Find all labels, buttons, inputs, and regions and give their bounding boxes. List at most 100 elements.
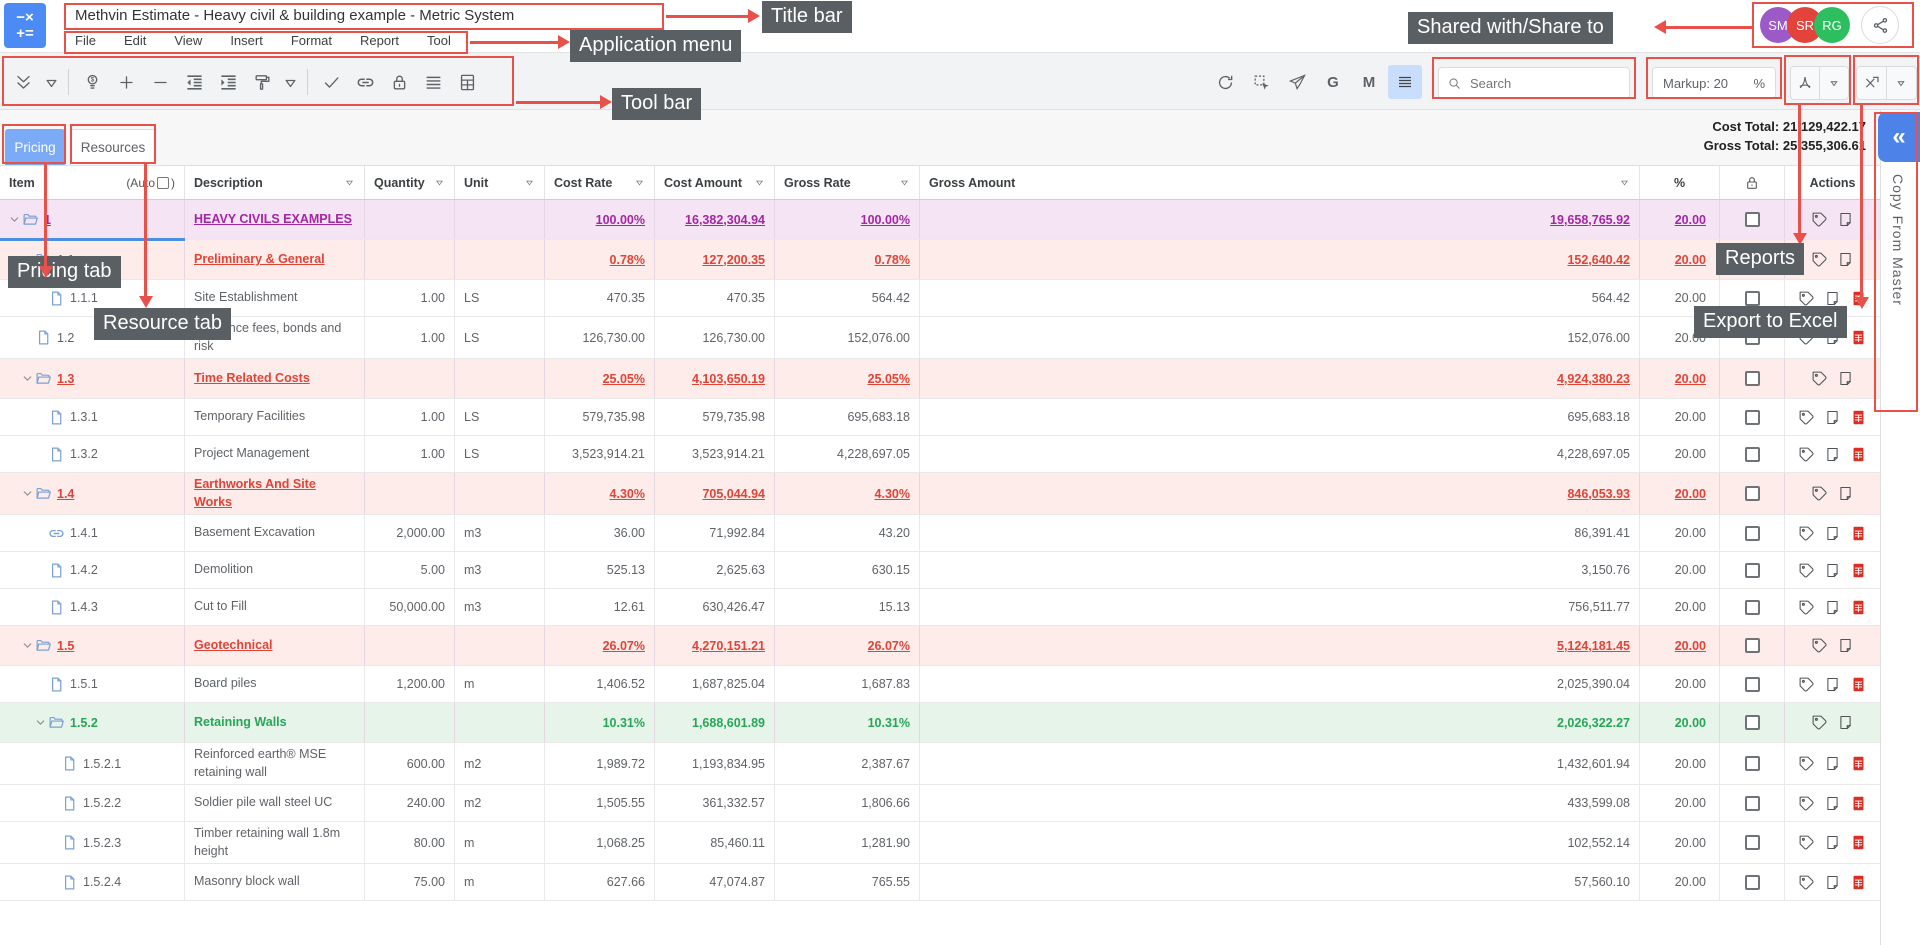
unit-cell[interactable]: LS — [455, 280, 545, 316]
cost-amount-cell[interactable]: 4,103,650.19 — [655, 359, 775, 398]
row-checkbox[interactable] — [1745, 212, 1760, 227]
gross-amount-cell[interactable]: 102,552.14 — [920, 822, 1640, 863]
header-item[interactable]: Item (Auto ) — [0, 166, 185, 199]
gross-amount-cell[interactable]: 4,228,697.05 — [920, 436, 1640, 472]
excel-caret-icon[interactable] — [1886, 67, 1915, 99]
cost-amount-cell[interactable]: 16,382,304.94 — [655, 200, 775, 239]
cost-amount-cell[interactable]: 127,200.35 — [655, 240, 775, 279]
quantity-cell[interactable] — [365, 626, 455, 665]
detail-lines-icon[interactable] — [1388, 65, 1422, 99]
item-cell[interactable]: 1.1.1 — [0, 280, 185, 316]
format-paint-icon[interactable] — [245, 65, 279, 99]
cost-amount-cell[interactable]: 470.35 — [655, 280, 775, 316]
note-icon[interactable] — [1824, 290, 1841, 307]
chevron-down-icon[interactable] — [8, 213, 21, 226]
pdf-report-button[interactable] — [1790, 66, 1849, 100]
percent-cell[interactable]: 20.00 — [1640, 436, 1720, 472]
outdent-icon[interactable] — [177, 65, 211, 99]
worksheet-icon[interactable] — [1850, 795, 1867, 812]
percent-cell[interactable]: 20.00 — [1640, 359, 1720, 398]
worksheet-icon[interactable] — [450, 65, 484, 99]
description-cell[interactable]: Time Related Costs — [185, 359, 365, 398]
tag-icon[interactable] — [1798, 599, 1815, 616]
table-row-1.5[interactable]: 1.5 Geotechnical 26.07% 4,270,151.21 26.… — [0, 626, 1880, 666]
tag-icon[interactable] — [1798, 562, 1815, 579]
header-gross-rate[interactable]: Gross Rate — [775, 166, 920, 199]
tag-icon[interactable] — [1798, 409, 1815, 426]
cost-rate-cell[interactable]: 12.61 — [545, 589, 655, 625]
row-checkbox[interactable] — [1745, 600, 1760, 615]
unit-cell[interactable]: m — [455, 666, 545, 702]
note-icon[interactable] — [1837, 370, 1854, 387]
worksheet-icon[interactable] — [1850, 599, 1867, 616]
marquee-select-icon[interactable] — [1244, 65, 1278, 99]
item-cell[interactable]: 1.3 — [0, 359, 185, 398]
cost-rate-cell[interactable]: 36.00 — [545, 515, 655, 551]
copy-from-master-label[interactable]: Copy From Master — [1890, 174, 1906, 306]
percent-cell[interactable]: 20.00 — [1640, 552, 1720, 588]
description-cell[interactable]: Retaining Walls — [185, 703, 365, 742]
cost-amount-cell[interactable]: 1,193,834.95 — [655, 743, 775, 784]
share-button[interactable] — [1861, 6, 1899, 44]
row-checkbox[interactable] — [1745, 796, 1760, 811]
tag-icon[interactable] — [1811, 714, 1828, 731]
percent-cell[interactable]: 20.00 — [1640, 473, 1720, 514]
menu-item-edit[interactable]: Edit — [124, 33, 146, 48]
note-icon[interactable] — [1824, 834, 1841, 851]
caret-down-icon[interactable] — [634, 177, 645, 188]
table-row-1.3.1[interactable]: 1.3.1 Temporary Facilities 1.00 LS 579,7… — [0, 399, 1880, 436]
quantity-cell[interactable]: 2,000.00 — [365, 515, 455, 551]
menu-item-view[interactable]: View — [174, 33, 202, 48]
worksheet-icon[interactable] — [1850, 874, 1867, 891]
cost-rate-cell[interactable]: 4.30% — [545, 473, 655, 514]
row-checkbox[interactable] — [1745, 563, 1760, 578]
table-row-1.4.2[interactable]: 1.4.2 Demolition 5.00 m3 525.13 2,625.63… — [0, 552, 1880, 589]
description-cell[interactable]: Timber retaining wall 1.8m height — [185, 822, 365, 863]
tag-icon[interactable] — [1798, 795, 1815, 812]
gross-amount-cell[interactable]: 3,150.76 — [920, 552, 1640, 588]
cost-amount-cell[interactable]: 630,426.47 — [655, 589, 775, 625]
gross-amount-cell[interactable]: 4,924,380.23 — [920, 359, 1640, 398]
item-number[interactable]: 1.3.2 — [70, 447, 98, 461]
cost-rate-cell[interactable]: 0.78% — [545, 240, 655, 279]
tag-icon[interactable] — [1798, 446, 1815, 463]
percent-cell[interactable]: 20.00 — [1640, 515, 1720, 551]
unit-cell[interactable]: LS — [455, 436, 545, 472]
markup-control[interactable]: Markup: 20 % — [1652, 67, 1776, 99]
caret-down-icon[interactable] — [434, 177, 445, 188]
worksheet-icon[interactable] — [1850, 676, 1867, 693]
quantity-cell[interactable] — [365, 200, 455, 239]
percent-cell[interactable]: 20.00 — [1640, 589, 1720, 625]
percent-cell[interactable]: 20.00 — [1640, 822, 1720, 863]
description-cell[interactable]: Geotechnical — [185, 626, 365, 665]
quantity-cell[interactable] — [365, 359, 455, 398]
table-row-1.4.3[interactable]: 1.4.3 Cut to Fill 50,000.00 m3 12.61 630… — [0, 589, 1880, 626]
item-cell[interactable]: 1.3.1 — [0, 399, 185, 435]
row-checkbox[interactable] — [1745, 875, 1760, 890]
quantity-cell[interactable]: 50,000.00 — [365, 589, 455, 625]
remove-row-icon[interactable] — [143, 65, 177, 99]
gross-rate-cell[interactable]: 100.00% — [775, 200, 920, 239]
item-number[interactable]: 1.5 — [57, 639, 74, 653]
item-auto-toggle[interactable]: (Auto ) — [126, 176, 175, 190]
row-checkbox[interactable] — [1745, 835, 1760, 850]
gross-amount-cell[interactable]: 433,599.08 — [920, 785, 1640, 821]
cost-rate-cell[interactable]: 25.05% — [545, 359, 655, 398]
cost-rate-cell[interactable]: 1,989.72 — [545, 743, 655, 784]
note-icon[interactable] — [1824, 874, 1841, 891]
gross-rate-cell[interactable]: 1,687.83 — [775, 666, 920, 702]
row-checkbox[interactable] — [1745, 638, 1760, 653]
cost-rate-cell[interactable]: 1,068.25 — [545, 822, 655, 863]
avatar-rg[interactable]: RG — [1814, 7, 1850, 43]
row-checkbox[interactable] — [1745, 371, 1760, 386]
header-quantity[interactable]: Quantity — [365, 166, 455, 199]
cost-rate-cell[interactable]: 26.07% — [545, 626, 655, 665]
menu-item-file[interactable]: File — [75, 33, 96, 48]
cost-rate-cell[interactable]: 1,505.55 — [545, 785, 655, 821]
google-button[interactable]: G — [1316, 65, 1350, 99]
gross-amount-cell[interactable]: 5,124,181.45 — [920, 626, 1640, 665]
search-box[interactable] — [1438, 67, 1630, 99]
cost-amount-cell[interactable]: 705,044.94 — [655, 473, 775, 514]
description-cell[interactable]: HEAVY CIVILS EXAMPLES — [185, 200, 365, 239]
tag-icon[interactable] — [1811, 370, 1828, 387]
